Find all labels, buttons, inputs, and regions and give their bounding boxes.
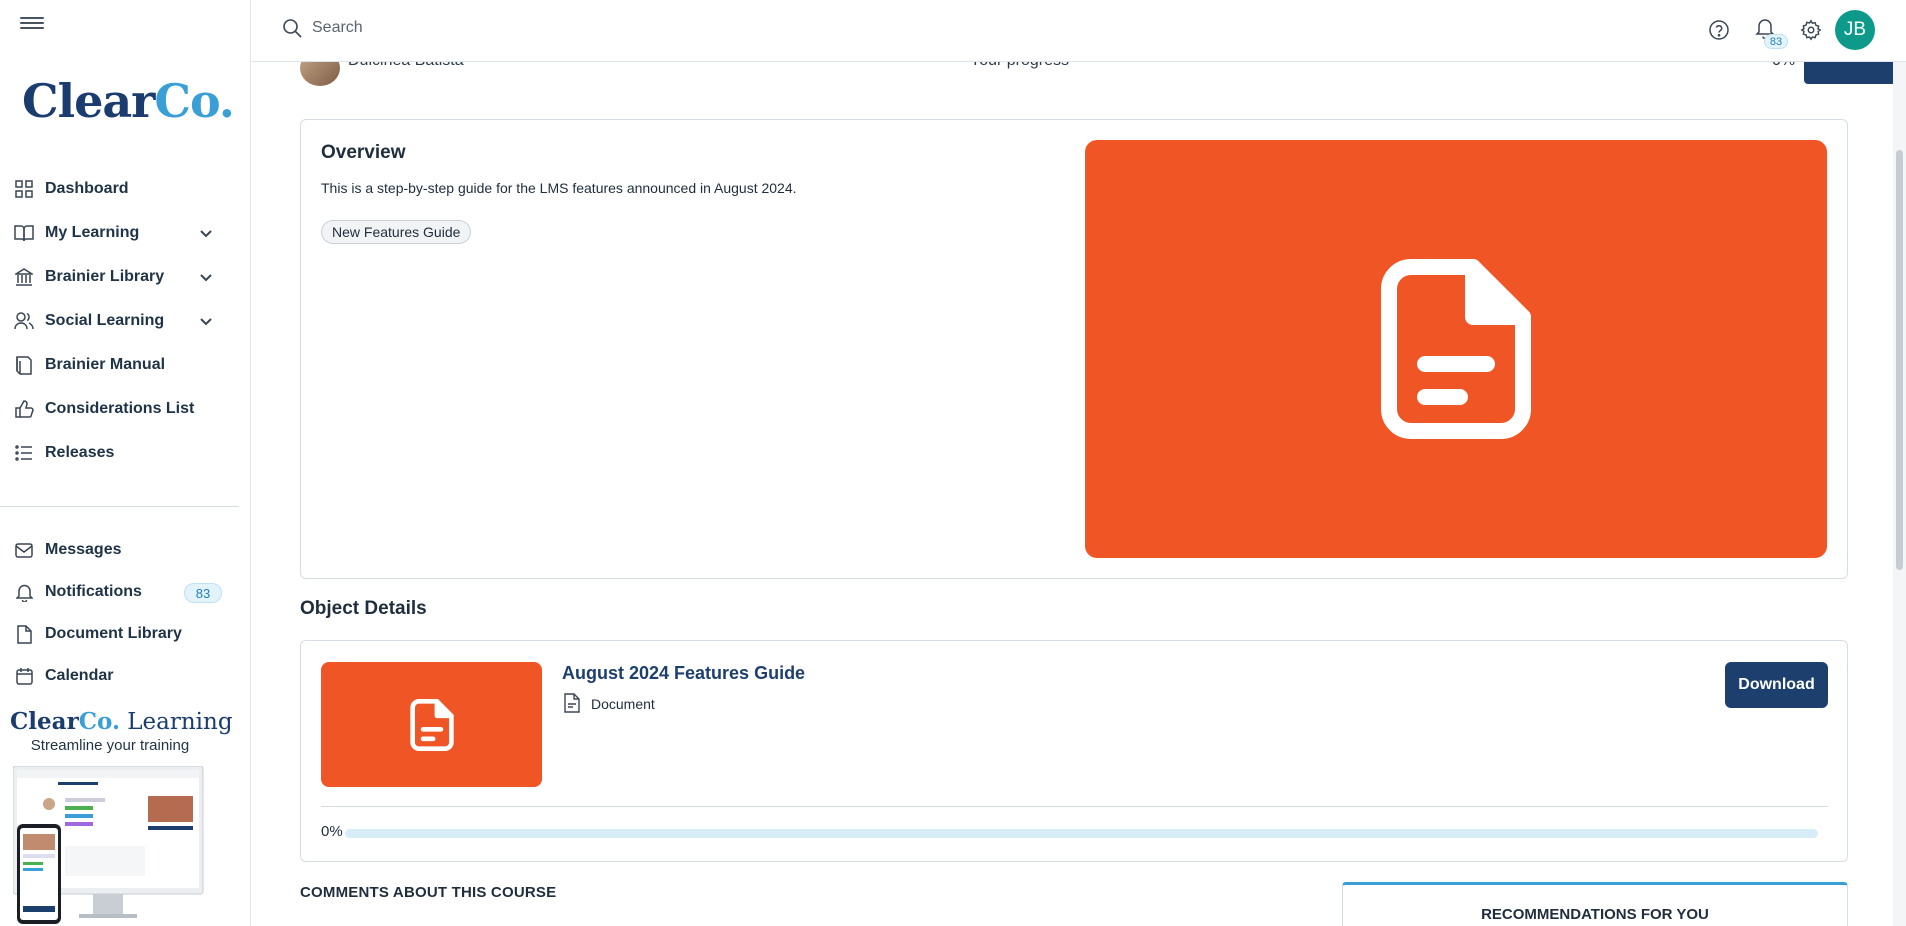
sidebar-item-calendar[interactable]: Calendar	[0, 655, 250, 697]
sidebar-item-social-learning[interactable]: Social Learning	[0, 299, 250, 343]
list-icon	[14, 443, 34, 463]
object-progress-bar	[345, 829, 1818, 838]
book-icon	[14, 223, 34, 243]
search-icon	[283, 19, 302, 38]
top-bar: 83 JB	[252, 0, 1906, 62]
promo-subtitle: Streamline your training	[30, 737, 190, 754]
object-type: Document	[591, 696, 655, 712]
object-card-divider	[321, 806, 1828, 807]
users-icon	[14, 311, 34, 331]
recommendations-card: RECOMMENDATIONS FOR YOU	[1342, 882, 1848, 926]
file-icon	[14, 624, 34, 644]
download-button[interactable]: Download	[1725, 662, 1828, 708]
sidebar-item-label: Dashboard	[45, 180, 129, 197]
sidebar-item-label: Calendar	[45, 667, 114, 684]
sidebar-item-label: Messages	[45, 541, 122, 558]
app-root: ClearCo. Dashboard My Learning Brainier	[0, 0, 1906, 926]
comments-title: COMMENTS ABOUT THIS COURSE	[300, 884, 557, 901]
secondary-nav: Messages Notifications 83 Document Libra…	[0, 529, 250, 697]
main-content: Dulcinea Batista Your progress 0% Overvi…	[252, 0, 1906, 926]
notifications-count-badge: 83	[184, 583, 222, 603]
sidebar-item-label: Brainier Manual	[45, 356, 166, 373]
object-thumbnail[interactable]	[321, 662, 542, 787]
file-type-icon	[564, 693, 580, 713]
sidebar-item-label: Considerations List	[45, 400, 195, 417]
sidebar-item-messages[interactable]: Messages	[0, 529, 250, 571]
primary-nav: Dashboard My Learning Brainier Library S…	[0, 167, 250, 475]
sidebar-item-considerations-list[interactable]: Considerations List	[0, 387, 250, 431]
sidebar-item-label: My Learning	[45, 224, 140, 241]
overview-card: Overview This is a step-by-step guide fo…	[300, 119, 1848, 579]
promo-banner[interactable]: ClearCo. Learning Streamline your traini…	[10, 708, 233, 924]
promo-title: ClearCo. Learning	[10, 708, 233, 735]
sidebar-item-label: Document Library	[45, 625, 182, 642]
document-icon	[1381, 259, 1531, 439]
sidebar: ClearCo. Dashboard My Learning Brainier	[0, 0, 251, 926]
sidebar-item-my-learning[interactable]: My Learning	[0, 211, 250, 255]
sidebar-item-notifications[interactable]: Notifications 83	[0, 571, 250, 613]
gear-icon[interactable]	[1800, 19, 1822, 41]
help-icon[interactable]	[1708, 19, 1730, 41]
promo-device-mockup	[13, 766, 204, 924]
scrollbar-thumb[interactable]	[1896, 150, 1903, 570]
manual-icon	[14, 355, 34, 375]
sidebar-item-label: Social Learning	[45, 312, 165, 329]
sidebar-item-brainier-library[interactable]: Brainier Library	[0, 255, 250, 299]
chevron-down-icon[interactable]	[198, 225, 214, 241]
sidebar-item-label: Brainier Library	[45, 268, 165, 285]
user-avatar[interactable]: JB	[1835, 10, 1875, 50]
object-progress-percent: 0%	[321, 823, 343, 840]
library-icon	[14, 267, 34, 287]
sidebar-item-document-library[interactable]: Document Library	[0, 613, 250, 655]
overview-title: Overview	[321, 142, 406, 163]
notification-count-badge: 83	[1764, 34, 1788, 49]
bell-icon	[14, 582, 34, 602]
sidebar-divider	[0, 506, 239, 507]
overview-media[interactable]	[1085, 140, 1827, 558]
sidebar-item-dashboard[interactable]: Dashboard	[0, 167, 250, 211]
object-card: August 2024 Features Guide Document Down…	[300, 640, 1848, 862]
object-details-title: Object Details	[300, 598, 427, 619]
sidebar-item-releases[interactable]: Releases	[0, 431, 250, 475]
brand-logo[interactable]: ClearCo.	[22, 74, 235, 128]
mail-icon	[14, 540, 34, 560]
search-input[interactable]	[312, 16, 812, 40]
page-scrollbar[interactable]	[1893, 0, 1906, 926]
sidebar-item-brainier-manual[interactable]: Brainier Manual	[0, 343, 250, 387]
grid-icon	[14, 179, 34, 199]
chevron-down-icon[interactable]	[198, 313, 214, 329]
object-name[interactable]: August 2024 Features Guide	[562, 663, 805, 684]
tag-chip[interactable]: New Features Guide	[321, 220, 472, 244]
overview-description: This is a step-by-step guide for the LMS…	[321, 180, 797, 196]
document-icon	[409, 698, 454, 751]
chevron-down-icon[interactable]	[198, 269, 214, 285]
hamburger-icon[interactable]	[20, 14, 44, 32]
sidebar-item-label: Notifications	[45, 583, 142, 600]
sidebar-item-label: Releases	[45, 444, 115, 461]
thumbs-up-icon	[14, 399, 34, 419]
recommendations-title: RECOMMENDATIONS FOR YOU	[1481, 906, 1709, 923]
calendar-icon	[14, 666, 34, 686]
